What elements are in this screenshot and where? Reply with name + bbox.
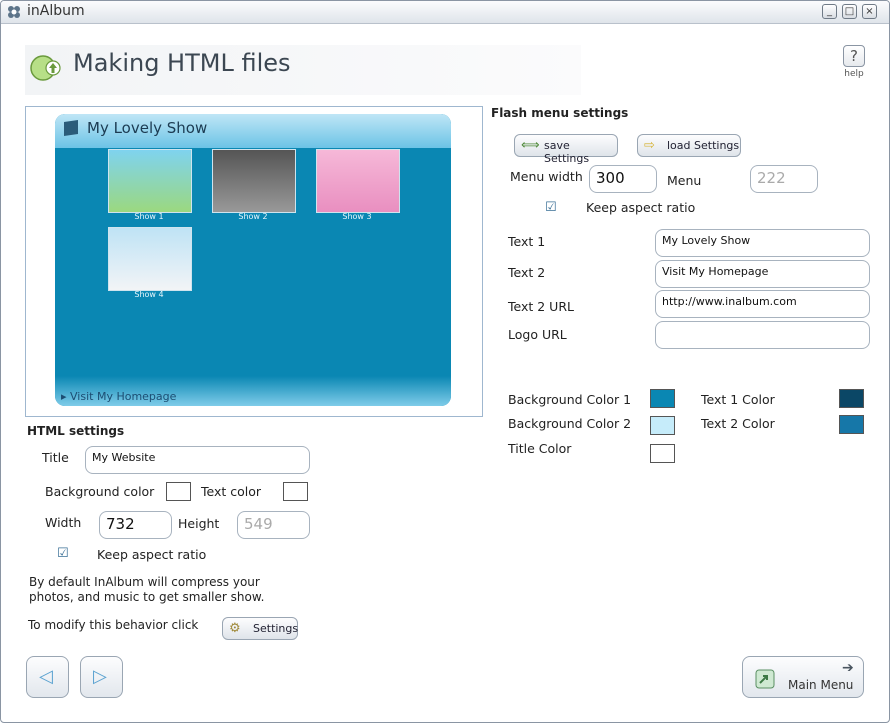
main-menu-label: Main Menu	[788, 678, 854, 692]
thumbnail-label: Show 2	[238, 212, 268, 221]
text1-color-swatch[interactable]	[839, 389, 864, 408]
help-label: help	[844, 69, 864, 79]
text2-color-label: Text 2 Color	[701, 416, 775, 431]
text1-input[interactable]: My Lovely Show	[655, 229, 870, 257]
flash-keep-aspect-label: Keep aspect ratio	[586, 200, 696, 215]
app-window: inAlbum _ □ × Making HTML files ? help M…	[0, 0, 890, 723]
thumbnail-label: Show 4	[134, 290, 164, 299]
gear-icon: ⚙	[229, 621, 241, 636]
background-color2-label: Background Color 2	[508, 416, 632, 431]
text-color-swatch[interactable]	[283, 482, 308, 501]
back-arrow-icon: ◁	[39, 666, 53, 687]
stage-title: My Lovely Show	[87, 119, 208, 137]
maximize-button[interactable]: □	[842, 4, 857, 19]
keep-aspect-label: Keep aspect ratio	[97, 547, 207, 562]
menu-height-input[interactable]: 222	[750, 165, 818, 193]
flash-settings-heading: Flash menu settings	[491, 106, 629, 120]
compress-note-line2: photos, and music to get smaller show.	[29, 590, 265, 604]
background-color1-label: Background Color 1	[508, 392, 632, 407]
title-color-label: Title Color	[508, 441, 572, 456]
thumbnail-label: Show 1	[134, 212, 164, 221]
logo-url-input[interactable]	[655, 321, 870, 349]
homepage-link[interactable]: ▸ Visit My Homepage	[61, 390, 176, 403]
title-bar: inAlbum _ □ ×	[1, 1, 889, 24]
save-settings-label: save Settings	[544, 139, 590, 165]
settings-button-label: Settings	[253, 622, 299, 635]
flash-keep-aspect-checkbox[interactable]: ☑	[545, 201, 558, 214]
height-label: Height	[178, 516, 220, 531]
text-color-label: Text color	[201, 484, 262, 499]
text1-label: Text 1	[508, 234, 546, 249]
menu-label: Menu	[667, 173, 702, 188]
main-menu-icon	[755, 669, 775, 689]
load-settings-button[interactable]: ⇨ load Settings	[637, 134, 741, 157]
background-color1-swatch[interactable]	[650, 389, 675, 408]
compress-note-line1: By default InAlbum will compress your	[29, 575, 260, 589]
preview-stage: My Lovely Show Show 1 Show 2 Show 3 Show…	[55, 114, 451, 406]
html-settings-heading: HTML settings	[27, 424, 125, 438]
logo-url-label: Logo URL	[508, 327, 567, 342]
settings-button[interactable]: ⚙ Settings	[222, 617, 298, 640]
title-color-swatch[interactable]	[650, 444, 675, 463]
help-icon: ?	[843, 45, 865, 67]
load-arrow-icon: ⇨	[644, 138, 655, 153]
modify-behavior-label: To modify this behavior click	[28, 618, 199, 632]
upload-globe-icon	[30, 55, 61, 81]
menu-width-input[interactable]: 300	[589, 165, 657, 193]
background-color-label: Background color	[45, 484, 155, 499]
back-button[interactable]: ◁	[26, 656, 69, 698]
thumbnail-show-3[interactable]	[316, 149, 400, 213]
background-color-swatch[interactable]	[166, 482, 191, 501]
text2-color-swatch[interactable]	[839, 415, 864, 434]
cube-icon	[64, 120, 78, 136]
text2-input[interactable]: Visit My Homepage	[655, 260, 870, 288]
text2-url-label: Text 2 URL	[508, 299, 574, 314]
arrow-right-icon: ➔	[842, 660, 854, 676]
menu-width-label: Menu width	[510, 169, 583, 184]
keep-aspect-checkbox[interactable]: ☑	[57, 547, 70, 560]
forward-button[interactable]: ▷	[80, 656, 123, 698]
close-button[interactable]: ×	[862, 4, 877, 19]
thumbnail-show-1[interactable]	[108, 149, 192, 213]
load-settings-label: load Settings	[667, 139, 740, 152]
width-label: Width	[45, 515, 82, 530]
title-label: Title	[42, 450, 69, 465]
minimize-button[interactable]: _	[822, 4, 837, 19]
thumbnail-show-2[interactable]	[212, 149, 296, 213]
background-color2-swatch[interactable]	[650, 416, 675, 435]
inalbum-logo-icon	[8, 6, 20, 18]
height-input[interactable]: 549	[237, 511, 310, 539]
main-menu-button[interactable]: ➔ Main Menu	[742, 656, 864, 698]
window-title: inAlbum	[27, 3, 85, 19]
thumbnail-show-4[interactable]	[108, 227, 192, 291]
help-button[interactable]: ? help	[841, 45, 867, 79]
text1-color-label: Text 1 Color	[701, 392, 775, 407]
text2-url-input[interactable]: http://www.inalbum.com	[655, 290, 870, 318]
title-input[interactable]: My Website	[85, 446, 310, 474]
save-settings-button[interactable]: ⟺ save Settings	[514, 134, 618, 165]
save-arrows-icon: ⟺	[521, 138, 540, 153]
thumbnail-label: Show 3	[342, 212, 372, 221]
forward-arrow-icon: ▷	[93, 666, 107, 687]
text2-label: Text 2	[508, 265, 546, 280]
page-title: Making HTML files	[73, 49, 291, 77]
width-input[interactable]: 732	[99, 511, 172, 539]
show-preview: My Lovely Show Show 1 Show 2 Show 3 Show…	[25, 106, 483, 417]
main-content: Making HTML files ? help My Lovely Show …	[7, 25, 883, 715]
